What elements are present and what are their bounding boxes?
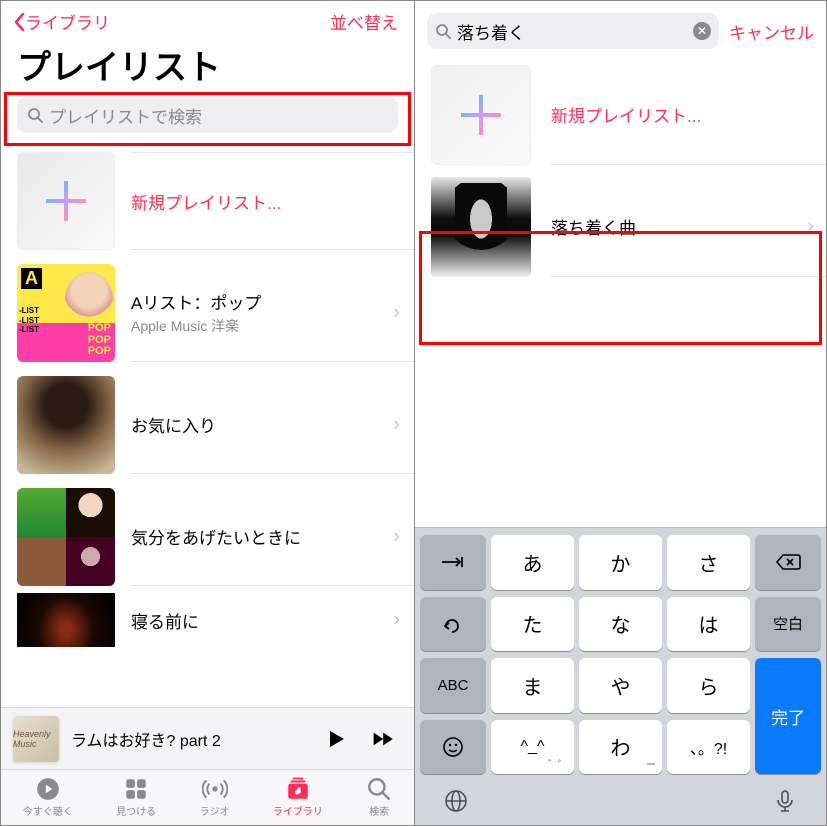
key-abc[interactable]: ABC: [420, 658, 486, 713]
key-kana[interactable]: ら: [667, 658, 750, 713]
radio-icon: [202, 777, 228, 801]
key-backspace[interactable]: [755, 535, 821, 590]
playlist-art: [17, 593, 115, 647]
key-space[interactable]: 空白: [755, 597, 821, 652]
search-placeholder: プレイリストで検索: [49, 103, 202, 128]
clear-icon[interactable]: ✕: [693, 22, 711, 40]
now-playing-art: Heavenly Music: [13, 716, 59, 762]
key-kana[interactable]: さ: [667, 535, 750, 590]
tab-listen-now[interactable]: 今すぐ聴く: [23, 777, 73, 818]
search-field[interactable]: ✕: [427, 13, 719, 49]
key-kana[interactable]: か: [579, 535, 662, 590]
search-icon: [435, 23, 451, 39]
tab-library[interactable]: ライブラリ: [273, 777, 323, 818]
chevron-left-icon: [13, 12, 25, 32]
key-done[interactable]: 完了: [755, 658, 821, 774]
key-kana[interactable]: な: [579, 597, 662, 652]
result-art: [431, 177, 531, 277]
new-playlist-label: 新規プレイリスト...: [551, 102, 701, 127]
search-input[interactable]: [457, 21, 693, 41]
tab-browse[interactable]: 見つける: [116, 777, 156, 818]
result-name: 落ち着く曲: [551, 214, 636, 239]
key-undo[interactable]: [420, 597, 486, 652]
results-list: 新規プレイリスト... 落ち着く曲 ›: [415, 59, 826, 527]
key-kana[interactable]: た: [491, 597, 574, 652]
search-icon: [366, 777, 392, 801]
cancel-button[interactable]: キャンセル: [729, 19, 814, 44]
now-playing-bar[interactable]: Heavenly Music ラムはお好き? part 2: [1, 707, 414, 769]
globe-icon[interactable]: [443, 788, 469, 814]
chevron-right-icon: ›: [393, 413, 400, 436]
new-playlist-row[interactable]: 新規プレイリスト...: [1, 145, 414, 257]
playlist-list: 新規プレイリスト... -LIST-LIST-LIST Aリスト：ポップ App…: [1, 145, 414, 707]
tab-radio[interactable]: ラジオ: [200, 777, 230, 818]
search-nav: ✕ キャンセル: [415, 1, 826, 59]
play-icon[interactable]: [324, 727, 348, 751]
chevron-right-icon: ›: [393, 301, 400, 324]
chevron-right-icon: ›: [393, 609, 400, 632]
plus-icon: [431, 65, 531, 165]
key-kana[interactable]: ま: [491, 658, 574, 713]
sort-button[interactable]: 並べ替え: [330, 9, 402, 34]
playlist-row[interactable]: -LIST-LIST-LIST Aリスト：ポップ Apple Music 洋楽 …: [1, 257, 414, 369]
plus-icon: [17, 152, 115, 250]
key-emoji[interactable]: [420, 720, 486, 775]
grid-icon: [123, 777, 149, 801]
playlist-row[interactable]: 気分をあげたいときに ›: [1, 481, 414, 593]
keyboard: あ か さ た な は 空白 ABC ま や ら 完了 ^_^゛゜: [415, 527, 826, 825]
playlist-name: Aリスト：ポップ: [131, 289, 384, 314]
search-input[interactable]: プレイリストで検索: [17, 97, 398, 133]
tab-search[interactable]: 検索: [366, 777, 392, 818]
library-icon: [285, 777, 311, 801]
key-kana[interactable]: ^_^゛゜: [491, 720, 574, 775]
playlist-name: 気分をあげたいときに: [131, 524, 384, 549]
tab-bar: 今すぐ聴く 見つける ラジオ ライブラリ 検索: [1, 769, 414, 825]
playlist-row[interactable]: 寝る前に ›: [1, 593, 414, 647]
page-title: プレイリスト: [1, 38, 414, 97]
playlist-row[interactable]: お気に入り ›: [1, 369, 414, 481]
key-tab[interactable]: [420, 535, 486, 590]
forward-icon[interactable]: [372, 727, 396, 751]
play-circle-icon: [35, 777, 61, 801]
key-kana[interactable]: は: [667, 597, 750, 652]
key-kana[interactable]: わー: [579, 720, 662, 775]
playlist-art: [17, 376, 115, 474]
search-results-screen: ✕ キャンセル 新規プレイリスト... 落ち着く曲 › あ: [415, 1, 826, 825]
search-icon: [27, 107, 43, 123]
back-button[interactable]: ライブラリ: [13, 9, 110, 34]
now-playing-title: ラムはお好き? part 2: [71, 727, 312, 751]
nav-bar: ライブラリ 並べ替え: [1, 1, 414, 38]
chevron-right-icon: ›: [393, 525, 400, 548]
result-row[interactable]: 落ち着く曲 ›: [415, 171, 826, 283]
playlist-sub: Apple Music 洋楽: [131, 316, 384, 336]
key-kana[interactable]: や: [579, 658, 662, 713]
playlist-name: お気に入り: [131, 412, 384, 437]
chevron-right-icon: ›: [807, 215, 814, 238]
new-playlist-row[interactable]: 新規プレイリスト...: [415, 59, 826, 171]
new-playlist-label: 新規プレイリスト...: [131, 189, 384, 214]
playlist-art: -LIST-LIST-LIST: [17, 264, 115, 362]
mic-icon[interactable]: [772, 788, 798, 814]
key-kana[interactable]: あ: [491, 535, 574, 590]
playlists-screen: ライブラリ 並べ替え プレイリスト プレイリストで検索 新規プレイリスト... …: [1, 1, 415, 825]
playlist-art: [17, 488, 115, 586]
playlist-name: 寝る前に: [131, 608, 384, 633]
key-kana[interactable]: 、。?!: [667, 720, 750, 775]
back-label: ライブラリ: [25, 9, 110, 34]
